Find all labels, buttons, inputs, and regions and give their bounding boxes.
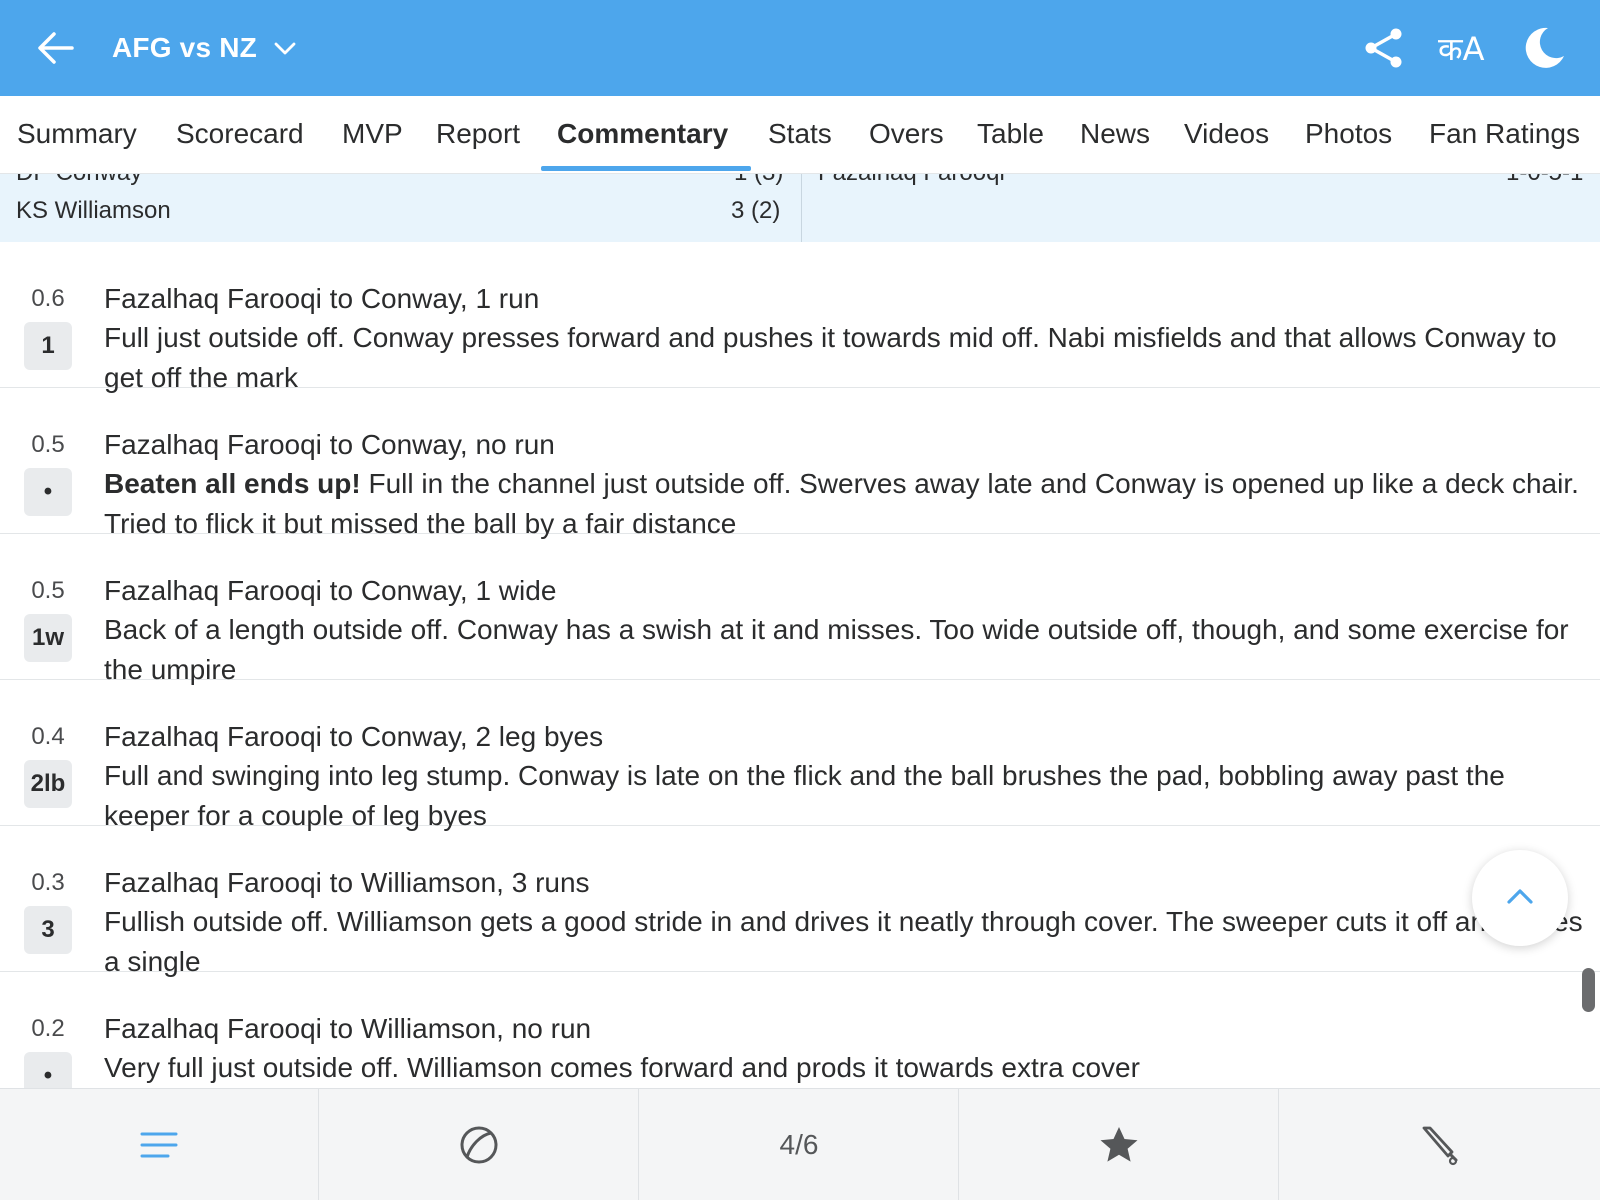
ball-icon: [460, 1126, 498, 1164]
commentary-text: Full and swinging into leg stump. Conway…: [104, 756, 1584, 836]
over-number: 0.3: [31, 869, 65, 896]
ball-result-badge: 1: [24, 322, 72, 370]
star-icon: [1100, 1127, 1138, 1162]
share-icon[interactable]: [1362, 26, 1406, 70]
tab-news[interactable]: News: [1080, 116, 1150, 152]
commentary-text: Fullish outside off. Williamson gets a g…: [104, 902, 1584, 982]
bowler-figures: 1-0-5-1: [1506, 174, 1583, 188]
commentary-headline: Fazalhaq Farooqi to Williamson, no run: [104, 1013, 592, 1044]
commentary-body: Back of a length outside off. Conway has…: [104, 614, 1569, 685]
pager-count: 4/6: [779, 1129, 819, 1160]
ball-result-badge: •: [24, 468, 72, 516]
live-scorecard-strip: DP Conway 1 (3) Fazalhaq Farooqi 1-0-5-1…: [0, 174, 1600, 242]
tab-scorecard[interactable]: Scorecard: [176, 116, 304, 152]
tab-summary[interactable]: Summary: [17, 116, 137, 152]
commentary-list: 0.6 1 Fazalhaq Farooqi to Conway, 1 run …: [0, 242, 1600, 1088]
over-number: 0.4: [31, 723, 65, 750]
commentary-headline: Fazalhaq Farooqi to Williamson, 3 runs: [104, 867, 590, 898]
chevron-down-icon: [274, 42, 296, 55]
bowler-name: Fazalhaq Farooqi: [818, 174, 1005, 188]
tab-stats[interactable]: Stats: [768, 116, 832, 152]
commentary-headline: Fazalhaq Farooqi to Conway, 1 wide: [104, 575, 557, 606]
batter-name: KS Williamson: [16, 197, 171, 224]
batter-score: 3 (2): [731, 197, 781, 224]
ball-result-badge: 1w: [24, 614, 72, 662]
commentary-item: 0.3 3 Fazalhaq Farooqi to Williamson, 3 …: [0, 826, 1600, 977]
commentary-item: 0.6 1 Fazalhaq Farooqi to Conway, 1 run …: [0, 242, 1600, 393]
over-number: 0.2: [31, 1015, 65, 1042]
language-icon[interactable]: कA: [1438, 27, 1484, 71]
commentary-item: 0.2 • Fazalhaq Farooqi to Williamson, no…: [0, 972, 1600, 1088]
scrollbar-thumb[interactable]: [1582, 968, 1595, 1012]
app-header: AFG vs NZ कA: [0, 0, 1600, 96]
batter-name: DP Conway: [16, 174, 142, 188]
favourite-button[interactable]: [960, 1089, 1279, 1200]
batter-score: 1 (3): [734, 174, 783, 188]
commentary-item: 0.4 2lb Fazalhaq Farooqi to Conway, 2 le…: [0, 680, 1600, 831]
tab-fan-ratings[interactable]: Fan Ratings: [1429, 116, 1580, 152]
commentary-headline: Fazalhaq Farooqi to Conway, no run: [104, 429, 555, 460]
match-selector[interactable]: AFG vs NZ: [112, 30, 297, 66]
commentary-body: Full and swinging into leg stump. Conway…: [104, 760, 1505, 831]
commentary-text: Full just outside off. Conway presses fo…: [104, 318, 1584, 398]
tab-videos[interactable]: Videos: [1184, 116, 1269, 152]
commentary-body: Very full just outside off. Williamson c…: [104, 1052, 1140, 1083]
commentary-item: 0.5 1w Fazalhaq Farooqi to Conway, 1 wid…: [0, 534, 1600, 685]
bottom-nav: 4/6: [0, 1088, 1600, 1200]
commentary-text: Back of a length outside off. Conway has…: [104, 610, 1584, 690]
tab-overs[interactable]: Overs: [869, 116, 944, 152]
menu-lines-icon: [140, 1132, 178, 1158]
match-title: AFG vs NZ: [112, 32, 257, 63]
active-tab-indicator: [541, 166, 751, 171]
ball-result-badge: •: [24, 1052, 72, 1088]
tab-mvp[interactable]: MVP: [342, 116, 403, 152]
commentary-text: Beaten all ends up! Full in the channel …: [104, 464, 1584, 544]
arrow-left-icon[interactable]: [36, 30, 76, 66]
over-number: 0.5: [31, 431, 65, 458]
commentary-highlight: Beaten all ends up!: [104, 468, 361, 499]
tab-bar: Summary Scorecard MVP Report Commentary …: [0, 96, 1600, 174]
pager-button[interactable]: 4/6: [640, 1089, 959, 1200]
tab-report[interactable]: Report: [436, 116, 520, 152]
commentary-text: Very full just outside off. Williamson c…: [104, 1048, 1584, 1088]
commentary-body: Fullish outside off. Williamson gets a g…: [104, 906, 1583, 977]
scroll-to-top-button[interactable]: [1472, 850, 1568, 946]
commentary-headline: Fazalhaq Farooqi to Conway, 1 run: [104, 283, 540, 314]
tab-table[interactable]: Table: [977, 116, 1044, 152]
tab-commentary[interactable]: Commentary: [557, 116, 728, 152]
bat-icon: [1422, 1126, 1457, 1166]
commentary-item: 0.5 • Fazalhaq Farooqi to Conway, no run…: [0, 388, 1600, 539]
ball-result-badge: 3: [24, 906, 72, 954]
tab-photos[interactable]: Photos: [1305, 116, 1392, 152]
menu-button[interactable]: [0, 1089, 319, 1200]
over-number: 0.6: [31, 285, 65, 312]
chevron-up-icon: [1507, 889, 1533, 904]
strip-divider: [801, 174, 802, 242]
bat-button[interactable]: [1280, 1089, 1599, 1200]
ball-button[interactable]: [320, 1089, 639, 1200]
moon-icon[interactable]: [1522, 26, 1566, 70]
over-number: 0.5: [31, 577, 65, 604]
ball-result-badge: 2lb: [24, 760, 72, 808]
commentary-body: Full just outside off. Conway presses fo…: [104, 322, 1557, 393]
commentary-headline: Fazalhaq Farooqi to Conway, 2 leg byes: [104, 721, 604, 752]
